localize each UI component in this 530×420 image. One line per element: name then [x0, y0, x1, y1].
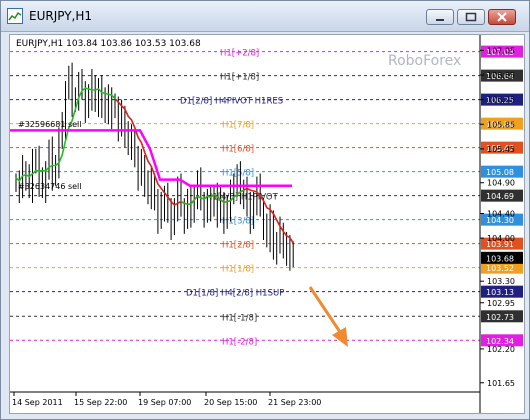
level-label: H1[+1/8] [220, 73, 259, 83]
minimize-button[interactable] [426, 9, 454, 25]
maximize-button[interactable] [457, 9, 485, 25]
level-label: H1[2/8] [222, 241, 254, 251]
price-tick-label: 105.85 [487, 120, 515, 129]
level-price-tag-text: 104.69 [486, 192, 514, 201]
sell-order-label-2: #32634746 sell [18, 182, 82, 191]
time-tick-label: 14 Sep 2011 [12, 398, 63, 407]
time-tick-label: 19 Sep 07:00 [138, 398, 191, 407]
level-label: D1[2/8] H4PIVOT H1RES [180, 97, 283, 107]
time-tick-label: 21 Sep 23:00 [268, 398, 321, 407]
level-label: H1[1/8] [222, 265, 254, 275]
price-tick-label: 102.95 [487, 299, 515, 308]
price-tick-label: 101.65 [487, 379, 515, 388]
window-title: EURJPY,H1 [29, 9, 93, 23]
close-button[interactable] [488, 9, 516, 25]
price-tick-label: 104.40 [487, 210, 515, 219]
level-label: H1[6/8] [222, 145, 254, 155]
sell-order-label-1: #32596681 sell [18, 120, 82, 129]
level-price-tag-text: 102.73 [486, 313, 514, 322]
chart-window: EURJPY,H1 H1[+2/8] 107.03 H1[+1/8] 106.64 D1… [0, 0, 530, 420]
roboforex-watermark: RoboForex [388, 53, 461, 69]
price-tick-label: 106.25 [487, 96, 515, 105]
level-label: H1[+2/8] [220, 49, 259, 59]
level-label: H1[5/8] [222, 169, 254, 179]
maximize-icon [465, 12, 477, 22]
close-icon [497, 12, 507, 22]
price-tick-label: 104.00 [487, 234, 515, 243]
window-titlebar[interactable]: EURJPY,H1 [1, 1, 529, 32]
level-label: H1[-2/8] [222, 337, 257, 347]
minimize-icon [436, 19, 444, 21]
level-price-tag-text: 103.52 [486, 264, 514, 273]
price-tick-label: 102.20 [487, 345, 515, 354]
level-price-tag-text: 105.08 [486, 168, 514, 177]
price-tick-label: 103.30 [487, 277, 515, 286]
price-tick-label: 107.05 [487, 46, 515, 55]
time-tick-label: 15 Sep 22:00 [74, 398, 127, 407]
level-label: H1[-1/8] [222, 313, 257, 323]
current-price-text: 103.68 [486, 254, 514, 263]
price-tick-label: 106.65 [487, 71, 515, 80]
level-price-tag-text: 103.13 [486, 288, 514, 297]
chart-area[interactable]: H1[+2/8] 107.03 H1[+1/8] 106.64 D1[2/8] H4PI… [9, 34, 525, 414]
price-tick-label: 105.45 [487, 145, 515, 154]
price-chart[interactable]: H1[+2/8] 107.03H1[+1/8] 106.64D1[2/8] H4PI… [10, 35, 524, 413]
time-tick-label: 20 Sep 15:00 [204, 398, 257, 407]
ohlc-header: EURJPY,H1 103.84 103.86 103.53 103.68 [16, 39, 201, 49]
level-label: H1[7/8] [222, 121, 254, 131]
level-label: D1[1/8] H4[2/8] H1SUP [186, 289, 284, 299]
chart-app-icon [7, 8, 23, 24]
price-tick-label: 104.90 [487, 179, 515, 188]
